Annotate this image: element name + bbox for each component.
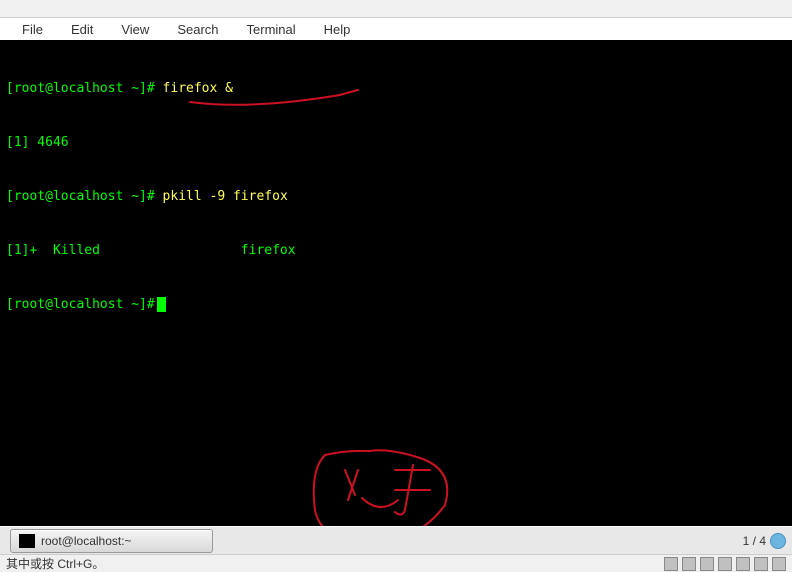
taskbar: root@localhost:~ 1 / 4 (0, 526, 792, 554)
command-text: firefox & (155, 81, 233, 96)
command-text: pkill -9 firefox (155, 189, 288, 204)
menu-edit[interactable]: Edit (67, 20, 97, 39)
job-output: [1]+ Killed firefox (6, 243, 296, 258)
prompt: [root@localhost ~]# (6, 297, 155, 312)
monitor-icon[interactable] (664, 557, 678, 571)
taskbar-window-title: root@localhost:~ (41, 534, 132, 548)
tray-icons-group (664, 557, 786, 571)
printer-icon[interactable] (682, 557, 696, 571)
terminal-line-3: [root@localhost ~]# pkill -9 firefox (6, 188, 786, 206)
network-icon[interactable] (700, 557, 714, 571)
red-annotations (0, 40, 792, 526)
prompt: [root@localhost ~]# (6, 189, 155, 204)
job-output: [1] 4646 (6, 135, 69, 150)
status-hint: 其中或按 Ctrl+G。 (6, 555, 104, 572)
menu-terminal[interactable]: Terminal (243, 20, 300, 39)
terminal-line-1: [root@localhost ~]# firefox & (6, 80, 786, 98)
status-panel: 其中或按 Ctrl+G。 (0, 554, 792, 572)
spinner-icon[interactable] (772, 557, 786, 571)
workspace-indicator[interactable]: 1 / 4 (743, 534, 766, 548)
prompt: [root@localhost ~]# (6, 81, 155, 96)
menu-bar: File Edit View Search Terminal Help (0, 18, 792, 40)
menu-file[interactable]: File (18, 20, 47, 39)
display-icon[interactable] (718, 557, 732, 571)
tray-clock-icon[interactable] (770, 533, 786, 549)
printer2-icon[interactable] (736, 557, 750, 571)
menu-view[interactable]: View (117, 20, 153, 39)
volume-icon[interactable] (754, 557, 768, 571)
terminal-area[interactable]: [root@localhost ~]# firefox & [1] 4646 [… (0, 40, 792, 526)
terminal-line-5: [root@localhost ~]# (6, 296, 786, 314)
terminal-icon (19, 534, 35, 548)
window-title-bar (0, 0, 792, 18)
menu-search[interactable]: Search (173, 20, 222, 39)
taskbar-window-button[interactable]: root@localhost:~ (10, 529, 213, 553)
menu-help[interactable]: Help (320, 20, 355, 39)
cursor-icon (157, 297, 166, 312)
terminal-line-2: [1] 4646 (6, 134, 786, 152)
terminal-line-4: [1]+ Killed firefox (6, 242, 786, 260)
